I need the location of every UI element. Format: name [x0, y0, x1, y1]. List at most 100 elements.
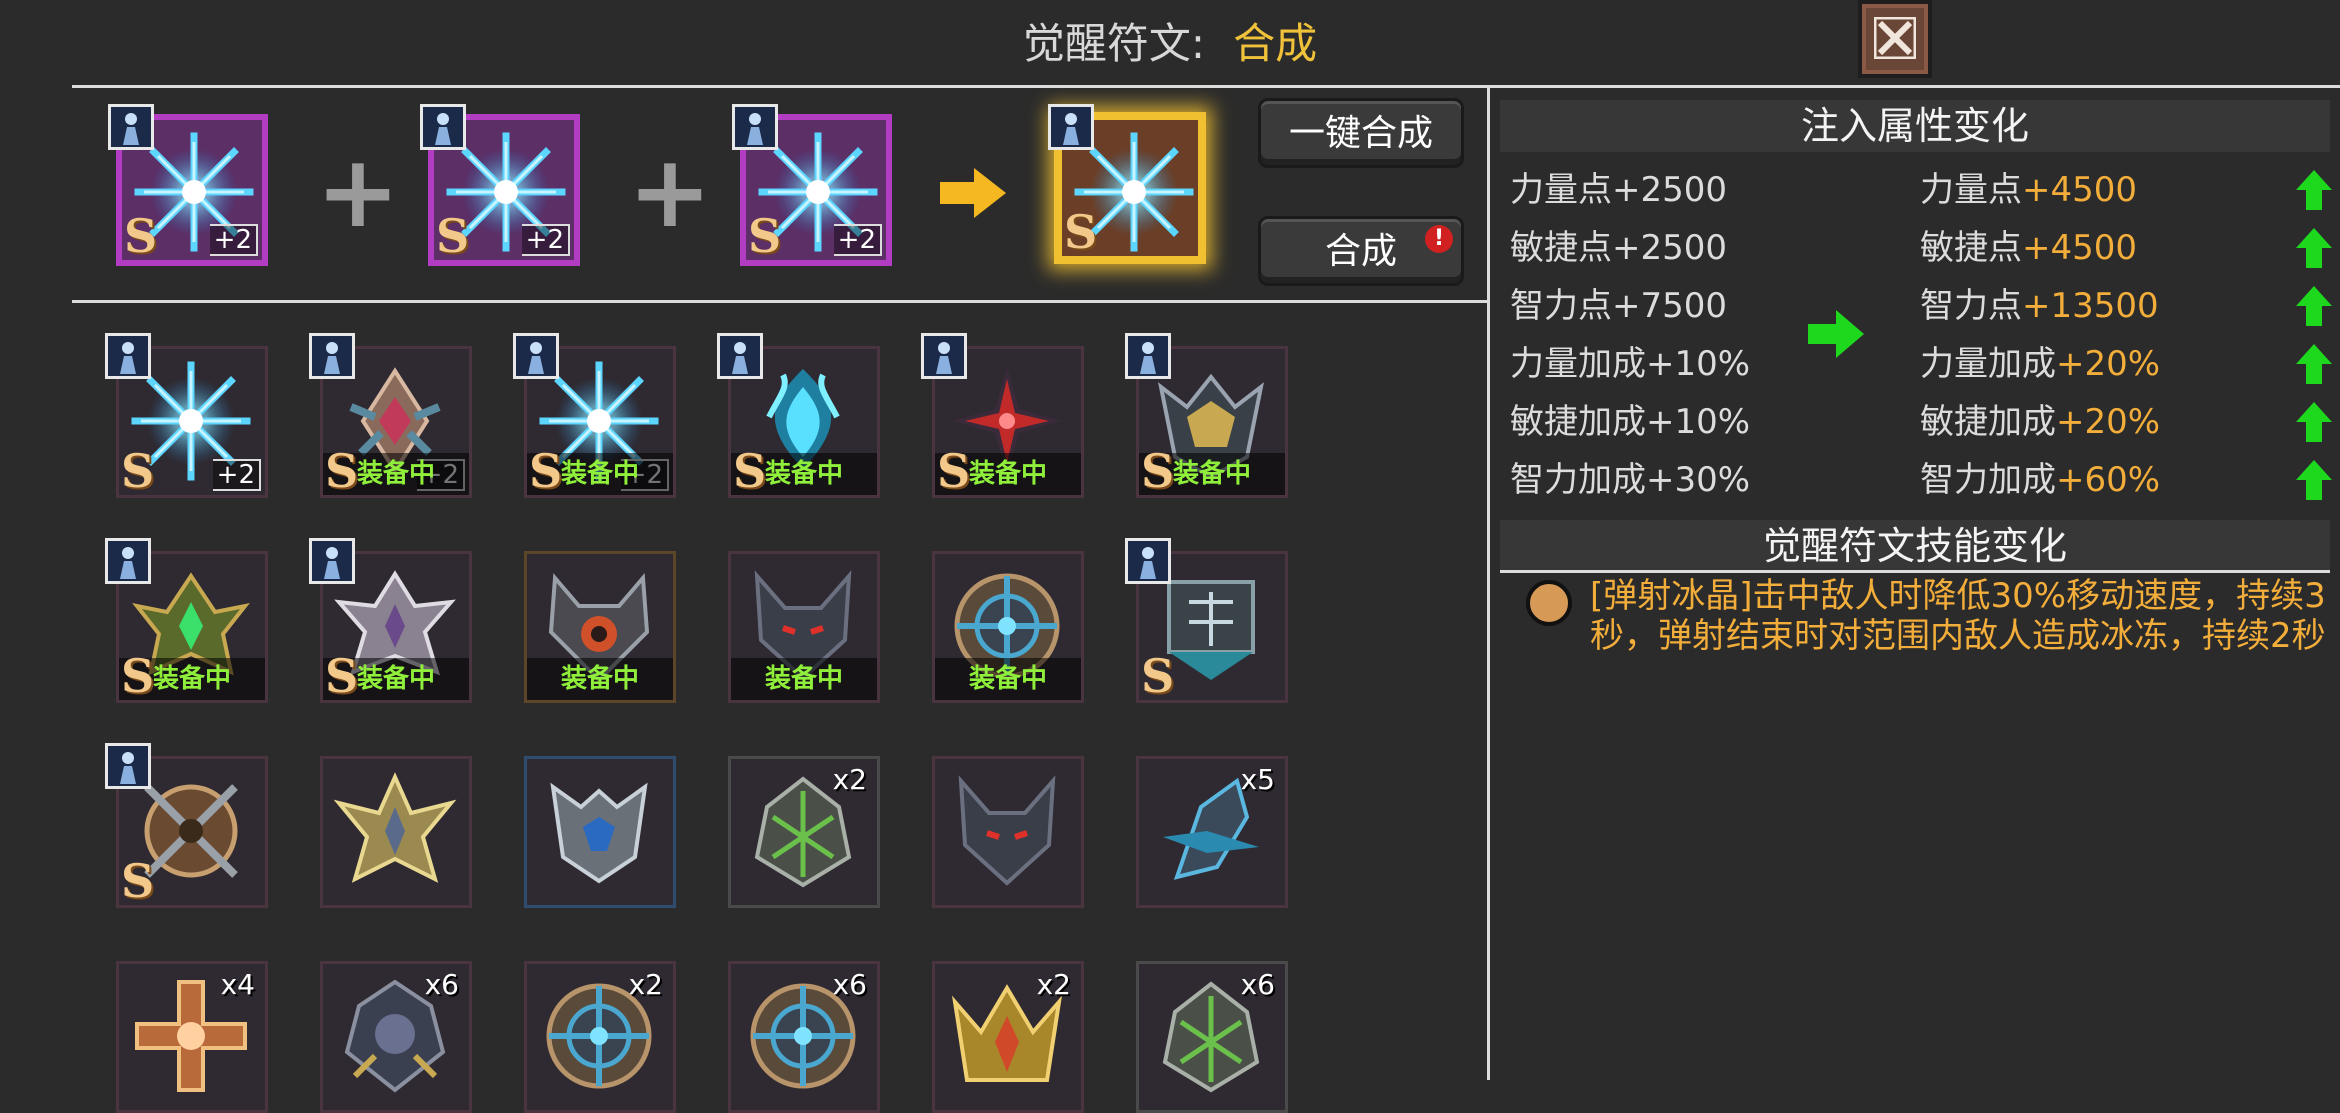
inventory-rune-slot[interactable]: 装备中 S — [921, 333, 1084, 498]
stat-new-value: +13500 — [2022, 286, 2159, 326]
inventory-rune-slot[interactable]: x5 — [1136, 756, 1288, 908]
grade-label: S — [436, 209, 470, 263]
grade-label: S — [937, 444, 971, 498]
hero-portrait-icon — [1125, 538, 1171, 584]
inventory-rune-slot[interactable] — [932, 756, 1084, 908]
hero-portrait-icon — [717, 333, 763, 379]
stat-old-value: +30% — [1646, 460, 1751, 500]
inventory-rune-slot[interactable]: S — [1125, 538, 1288, 703]
stack-count: x2 — [1036, 968, 1071, 1001]
increase-arrow-icon — [2294, 342, 2334, 386]
increase-arrow-icon — [2294, 284, 2334, 328]
synthesis-input-slot[interactable]: S +2 — [420, 104, 580, 266]
synthesize-label: 合成 — [1324, 231, 1397, 272]
inventory-rune-slot[interactable]: x6 — [320, 961, 472, 1113]
stat-old-value: +7500 — [1612, 286, 1728, 326]
stack-count: x5 — [1240, 763, 1275, 796]
increase-arrow-icon — [2294, 226, 2334, 270]
level-label: +2 — [209, 224, 258, 256]
rune-art-icon — [535, 767, 663, 895]
grade-label: S — [1141, 649, 1175, 703]
stat-old: 敏捷加成+10% — [1510, 400, 1750, 444]
inventory-rune-slot[interactable]: 装备中 — [524, 551, 676, 703]
one-click-synthesize-button[interactable]: 一键合成 — [1258, 98, 1464, 168]
grade-label: S — [124, 209, 158, 263]
change-arrow-icon — [1808, 310, 1864, 358]
synthesis-input-slot[interactable]: S +2 — [732, 104, 892, 266]
synthesis-divider — [72, 300, 1488, 303]
inventory-rune-slot[interactable]: +2 S — [105, 333, 268, 498]
inventory-rune-slot[interactable]: 装备中 S — [105, 538, 268, 703]
stat-old-label: 力量点 — [1510, 170, 1612, 210]
stat-new-value: +4500 — [2022, 228, 2138, 268]
grade-label: S — [325, 444, 359, 498]
stat-new-label: 智力点 — [1920, 286, 2022, 326]
inventory-rune-slot[interactable]: 装备中 S — [717, 333, 880, 498]
inventory-rune-slot[interactable]: x2 — [932, 961, 1084, 1113]
inventory-rune-slot[interactable]: 装备中 — [728, 551, 880, 703]
stat-new: 敏捷点+4500 — [1920, 226, 2137, 270]
hero-portrait-icon — [309, 538, 355, 584]
window-title: 觉醒符文: 合成 — [0, 14, 2340, 74]
stat-old-label: 智力加成 — [1510, 460, 1646, 500]
stat-old-value: +2500 — [1612, 228, 1728, 268]
synthesis-output-slot[interactable]: S — [1048, 104, 1206, 264]
inventory-rune-slot[interactable]: x2 — [728, 756, 880, 908]
hero-portrait-icon — [1125, 333, 1171, 379]
hero-portrait-icon — [921, 333, 967, 379]
skill-bullet-icon — [1526, 580, 1572, 626]
inventory-rune-slot[interactable]: x6 — [1136, 961, 1288, 1113]
skill-panel-title: 觉醒符文技能变化 — [1500, 520, 2330, 572]
hero-portrait-icon — [105, 743, 151, 789]
stat-old-label: 力量加成 — [1510, 344, 1646, 384]
stat-new-value: +60% — [2056, 460, 2161, 500]
panel-divider — [1487, 85, 1490, 1080]
stat-new: 力量点+4500 — [1920, 168, 2137, 212]
equipped-label: 装备中 — [731, 658, 877, 700]
inventory-rune-slot[interactable]: S — [105, 743, 268, 908]
increase-arrow-icon — [2294, 168, 2334, 212]
stat-old-label: 智力点 — [1510, 286, 1612, 326]
inventory-rune-slot[interactable] — [320, 756, 472, 908]
result-arrow-icon — [938, 166, 1008, 224]
inventory-rune-slot[interactable]: +2装备中S — [513, 333, 676, 498]
stat-new-value: +20% — [2056, 344, 2161, 384]
stat-old: 敏捷点+2500 — [1510, 226, 1727, 270]
inventory-rune-slot[interactable]: +2装备中S — [309, 333, 472, 498]
stat-new-label: 力量加成 — [1920, 344, 2056, 384]
inventory-rune-slot[interactable] — [524, 756, 676, 908]
inventory-rune-slot[interactable]: 装备中 — [932, 551, 1084, 703]
close-button[interactable] — [1858, 0, 1932, 78]
synthesize-button[interactable]: 合成 ! — [1258, 216, 1464, 286]
hero-portrait-icon — [105, 538, 151, 584]
synthesis-input-slot[interactable]: S +2 — [108, 104, 268, 266]
stat-old: 力量点+2500 — [1510, 168, 1727, 212]
level-label: +2 — [521, 224, 570, 256]
grade-label: S — [748, 209, 782, 263]
level-label: +2 — [833, 224, 882, 256]
inventory-rune-slot[interactable]: x6 — [728, 961, 880, 1113]
stat-new: 智力加成+60% — [1920, 458, 2160, 502]
stack-count: x6 — [424, 968, 459, 1001]
increase-arrow-icon — [2294, 458, 2334, 502]
title-mode: 合成 — [1233, 19, 1318, 68]
stat-old-value: +10% — [1646, 402, 1751, 442]
inventory-rune-slot[interactable]: x4 — [116, 961, 268, 1113]
skill-title-underline — [1500, 570, 2330, 573]
hero-portrait-icon — [732, 104, 778, 150]
grade-label: S — [121, 649, 155, 703]
stat-old-value: +2500 — [1612, 170, 1728, 210]
hero-portrait-icon — [309, 333, 355, 379]
rune-art-icon — [943, 767, 1071, 895]
stat-new-label: 智力加成 — [1920, 460, 2056, 500]
plus-icon: + — [628, 133, 712, 250]
stat-new-label: 敏捷点 — [1920, 228, 2022, 268]
inventory-rune-slot[interactable]: 装备中 S — [1125, 333, 1288, 498]
inventory-rune-slot[interactable]: x2 — [524, 961, 676, 1113]
stat-old: 智力加成+30% — [1510, 458, 1750, 502]
stat-new: 敏捷加成+20% — [1920, 400, 2160, 444]
stats-panel-title: 注入属性变化 — [1500, 100, 2330, 152]
increase-arrow-icon — [2294, 400, 2334, 444]
inventory-rune-slot[interactable]: 装备中 S — [309, 538, 472, 703]
grade-label: S — [733, 444, 767, 498]
